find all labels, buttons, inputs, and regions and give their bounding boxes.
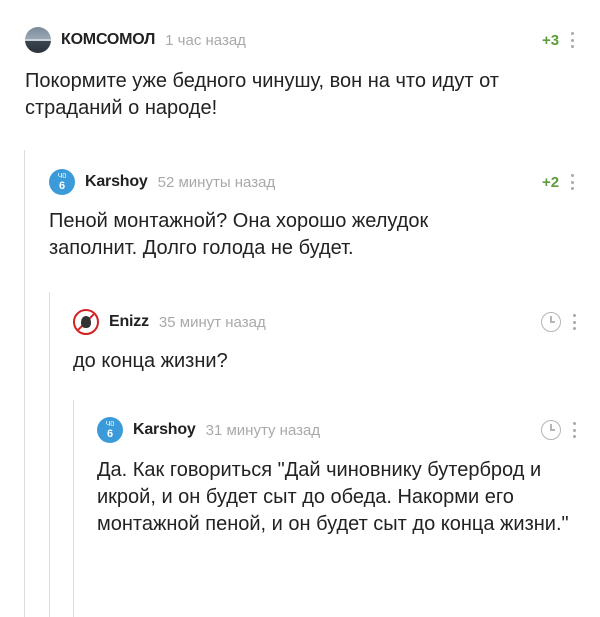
rating-value: +3 bbox=[542, 31, 560, 49]
avatar[interactable] bbox=[73, 309, 99, 335]
comment-controls: +3 bbox=[542, 26, 575, 54]
more-vertical-icon[interactable] bbox=[571, 32, 575, 48]
avatar[interactable]: Ч0 6 bbox=[49, 169, 75, 195]
comment-header: Ч0 6 Karshoy 31 минуту назад bbox=[97, 416, 320, 444]
more-vertical-icon[interactable] bbox=[573, 422, 577, 438]
timestamp[interactable]: 52 минуты назад bbox=[158, 174, 276, 191]
avatar[interactable] bbox=[25, 27, 51, 53]
thread-line-level-2 bbox=[49, 292, 50, 617]
thread-line-level-3 bbox=[73, 400, 74, 617]
comment-header: КОМСОМОЛ 1 час назад bbox=[25, 26, 246, 54]
comment-controls: +2 bbox=[542, 168, 575, 196]
comment-text: Пеной монтажной? Она хорошо желудок запо… bbox=[49, 210, 429, 259]
comment-text: Да. Как говориться "Дай чиновнику бутерб… bbox=[97, 459, 569, 535]
clock-icon[interactable] bbox=[541, 420, 561, 440]
author-name[interactable]: КОМСОМОЛ bbox=[61, 31, 155, 49]
comment-controls bbox=[541, 308, 577, 336]
timestamp[interactable]: 1 час назад bbox=[165, 32, 246, 49]
timestamp[interactable]: 31 минуту назад bbox=[206, 422, 320, 439]
comment-text: до конца жизни? bbox=[73, 350, 228, 372]
more-vertical-icon[interactable] bbox=[571, 174, 575, 190]
comment-header: Enizz 35 минут назад bbox=[73, 308, 266, 336]
author-name[interactable]: Karshoy bbox=[85, 173, 148, 191]
avatar[interactable]: Ч0 6 bbox=[97, 417, 123, 443]
comment-header: Ч0 6 Karshoy 52 минуты назад bbox=[49, 168, 275, 196]
timestamp[interactable]: 35 минут назад bbox=[159, 314, 266, 331]
rating-value: +2 bbox=[542, 173, 560, 191]
comment-controls bbox=[541, 416, 577, 444]
more-vertical-icon[interactable] bbox=[573, 314, 577, 330]
thread-line-level-1 bbox=[24, 150, 25, 617]
author-name[interactable]: Enizz bbox=[109, 313, 149, 331]
comment-text: Покормите уже бедного чинушу, вон на что… bbox=[25, 70, 499, 119]
clock-icon[interactable] bbox=[541, 312, 561, 332]
author-name[interactable]: Karshoy bbox=[133, 421, 196, 439]
